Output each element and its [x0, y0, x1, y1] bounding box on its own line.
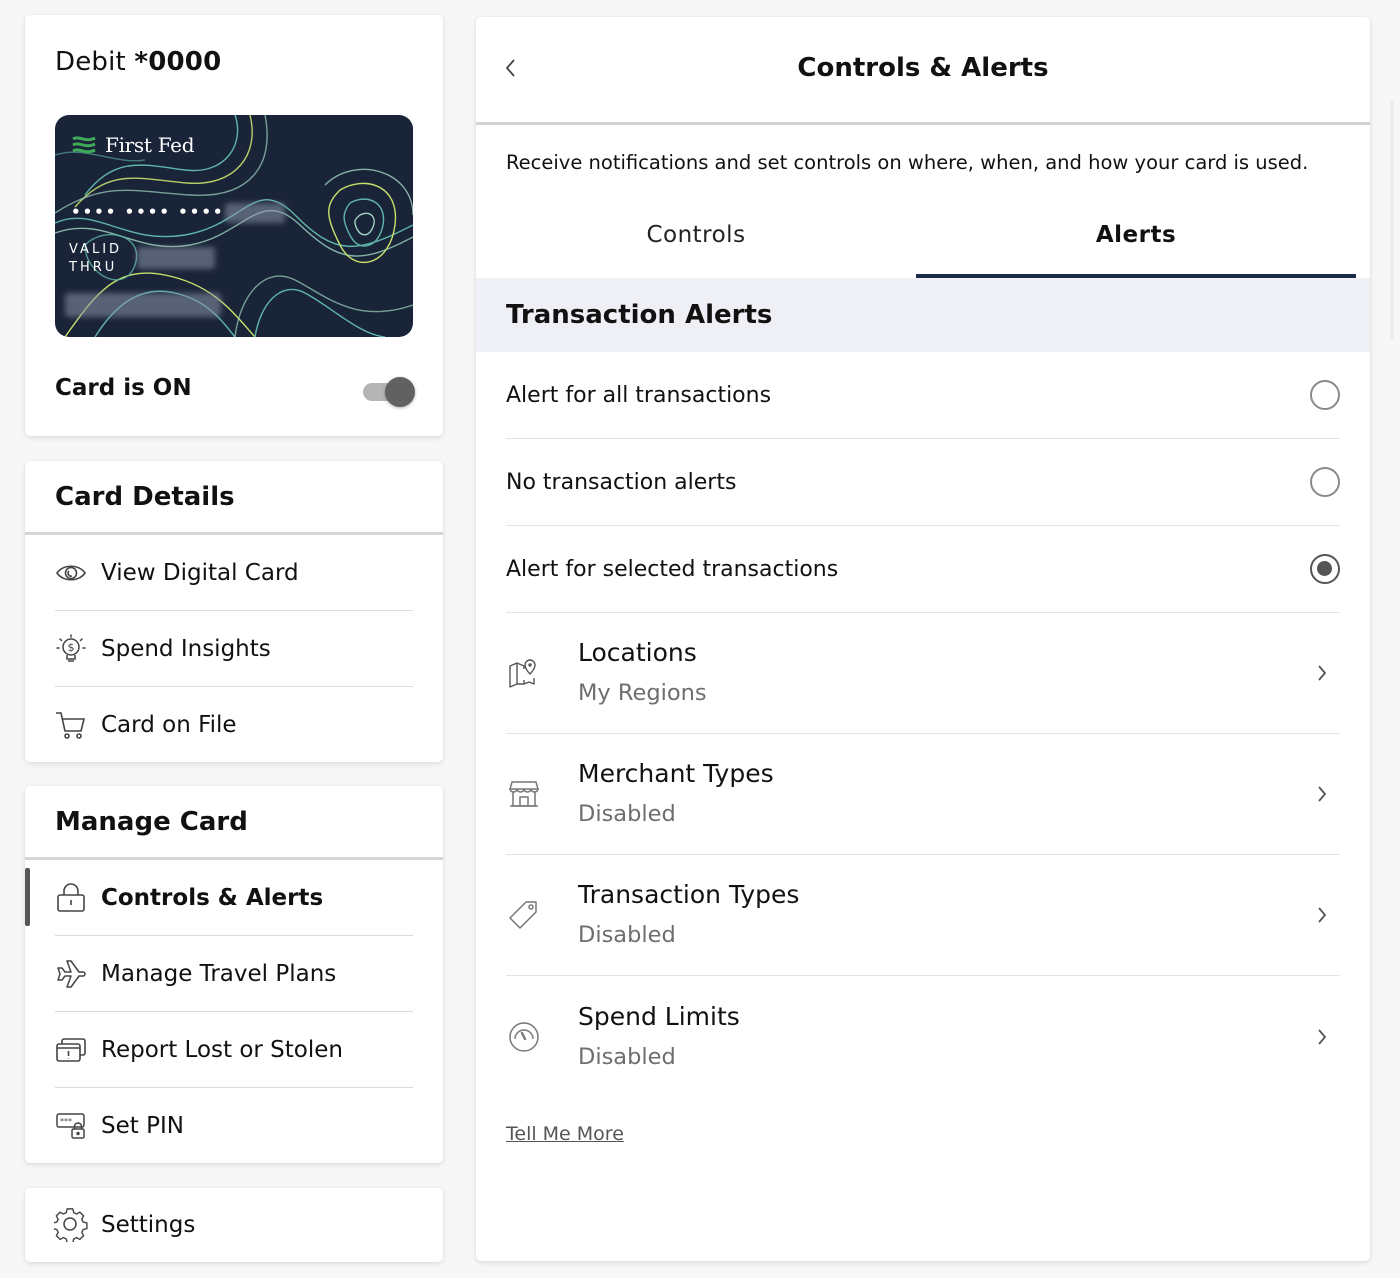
masked-card-number: •••• •••• •••• [71, 203, 225, 221]
map-pin-icon [506, 655, 542, 691]
storefront-icon [506, 776, 542, 812]
page-title: Controls & Alerts [797, 53, 1049, 83]
card-alert-icon [53, 1032, 89, 1068]
setting-title: Merchant Types [578, 759, 774, 788]
bank-logo: First Fed [71, 133, 195, 157]
lightbulb-dollar-icon: $ [53, 631, 89, 667]
panel-header: Controls & Alerts [476, 17, 1370, 125]
nav-item-label: Set PIN [101, 1113, 184, 1139]
nav-item-label: Manage Travel Plans [101, 960, 337, 987]
nav-item-label: Controls & Alerts [101, 884, 324, 911]
pin-lock-icon: *** [53, 1108, 89, 1144]
svg-text:$: $ [68, 641, 75, 654]
card-on-toggle[interactable] [361, 377, 417, 407]
shopping-cart-icon [53, 707, 89, 743]
setting-title: Locations [578, 638, 697, 667]
card-title: Debit *0000 [55, 47, 221, 77]
setting-value: My Regions [578, 680, 707, 706]
valid-label: VALID [69, 242, 123, 257]
nav-item-label: View Digital Card [101, 559, 299, 586]
tag-icon [506, 897, 542, 933]
nav-item-label: Card on File [101, 712, 237, 738]
redacted-expiry [137, 247, 215, 269]
toggle-knob [385, 377, 415, 407]
radio-option-all-transactions[interactable]: Alert for all transactions [506, 352, 1340, 439]
card-last-digits: *0000 [134, 47, 222, 77]
chevron-right-icon [1312, 1025, 1332, 1049]
nav-item-settings[interactable]: Settings [53, 1188, 413, 1262]
alert-setting-merchant-types[interactable]: Merchant Types Disabled [506, 734, 1340, 855]
setting-value: Disabled [578, 1043, 676, 1070]
tab-alerts[interactable]: Alerts [916, 197, 1356, 278]
chevron-right-icon [1312, 903, 1332, 927]
card-type: Debit [55, 47, 135, 77]
manage-card-heading: Manage Card [25, 786, 443, 860]
page-scrollbar[interactable] [1390, 100, 1394, 340]
radio-label: Alert for selected transactions [506, 556, 839, 582]
card-status-label: Card is ON [55, 375, 192, 401]
radio-label: Alert for all transactions [506, 382, 772, 408]
alert-setting-transaction-types[interactable]: Transaction Types Disabled [506, 855, 1340, 976]
controls-alerts-panel: Controls & Alerts Receive notifications … [476, 17, 1370, 1261]
nav-item-manage-travel-plans[interactable]: Manage Travel Plans [55, 936, 413, 1012]
setting-value: Disabled [578, 801, 676, 827]
airplane-icon [53, 956, 89, 992]
redacted-cardholder-name [65, 293, 221, 317]
alert-setting-locations[interactable]: Locations My Regions [506, 613, 1340, 734]
card-summary-panel: Debit *0000 First Fed •••• •••• •••• VAL… [25, 15, 443, 436]
svg-text:***: *** [60, 1117, 72, 1126]
radio-option-no-alerts[interactable]: No transaction alerts [506, 439, 1340, 526]
chevron-right-icon [1312, 782, 1332, 806]
valid-thru-label: VALID THRU [69, 241, 122, 277]
tab-bar: Controls Alerts [476, 197, 1356, 278]
setting-value: Disabled [578, 922, 676, 948]
gauge-icon [506, 1019, 542, 1055]
setting-title: Spend Limits [578, 1001, 740, 1031]
card-details-panel: Card Details View Digital Card $ Spend I… [25, 461, 443, 762]
wave-logo-icon [72, 136, 96, 154]
lock-icon [53, 880, 89, 916]
manage-card-panel: Manage Card Controls & Alerts Manage Tra… [25, 786, 443, 1163]
nav-item-label: Spend Insights [101, 635, 271, 662]
bank-name: First Fed [105, 133, 195, 157]
nav-item-set-pin[interactable]: *** Set PIN [55, 1088, 413, 1164]
section-heading-transaction-alerts: Transaction Alerts [476, 278, 1370, 352]
radio-button-selected[interactable] [1310, 554, 1340, 584]
radio-option-selected-transactions[interactable]: Alert for selected transactions [506, 526, 1340, 613]
nav-item-spend-insights[interactable]: $ Spend Insights [55, 611, 413, 687]
radio-button[interactable] [1310, 467, 1340, 497]
nav-item-label: Report Lost or Stolen [101, 1036, 343, 1063]
radio-label: No transaction alerts [506, 469, 737, 495]
radio-button[interactable] [1310, 380, 1340, 410]
alert-setting-spend-limits[interactable]: Spend Limits Disabled [506, 976, 1340, 1097]
nav-item-view-digital-card[interactable]: View Digital Card [55, 535, 413, 611]
chevron-right-icon [1312, 661, 1332, 685]
eye-icon [53, 555, 89, 591]
nav-item-label: Settings [101, 1212, 196, 1238]
card-details-heading: Card Details [25, 461, 443, 535]
tell-me-more-link[interactable]: Tell Me More [506, 1123, 624, 1145]
nav-item-report-lost-stolen[interactable]: Report Lost or Stolen [55, 1012, 413, 1088]
card-image[interactable]: First Fed •••• •••• •••• VALID THRU [55, 115, 413, 337]
page-description: Receive notifications and set controls o… [506, 151, 1309, 174]
gear-icon [53, 1207, 89, 1243]
nav-item-controls-alerts[interactable]: Controls & Alerts [25, 860, 413, 936]
nav-item-card-on-file[interactable]: Card on File [55, 687, 413, 763]
tab-controls[interactable]: Controls [476, 197, 916, 278]
thru-label: THRU [69, 260, 118, 275]
redacted-last-digits [225, 203, 285, 223]
settings-panel: Settings [25, 1188, 443, 1262]
setting-title: Transaction Types [578, 880, 800, 909]
